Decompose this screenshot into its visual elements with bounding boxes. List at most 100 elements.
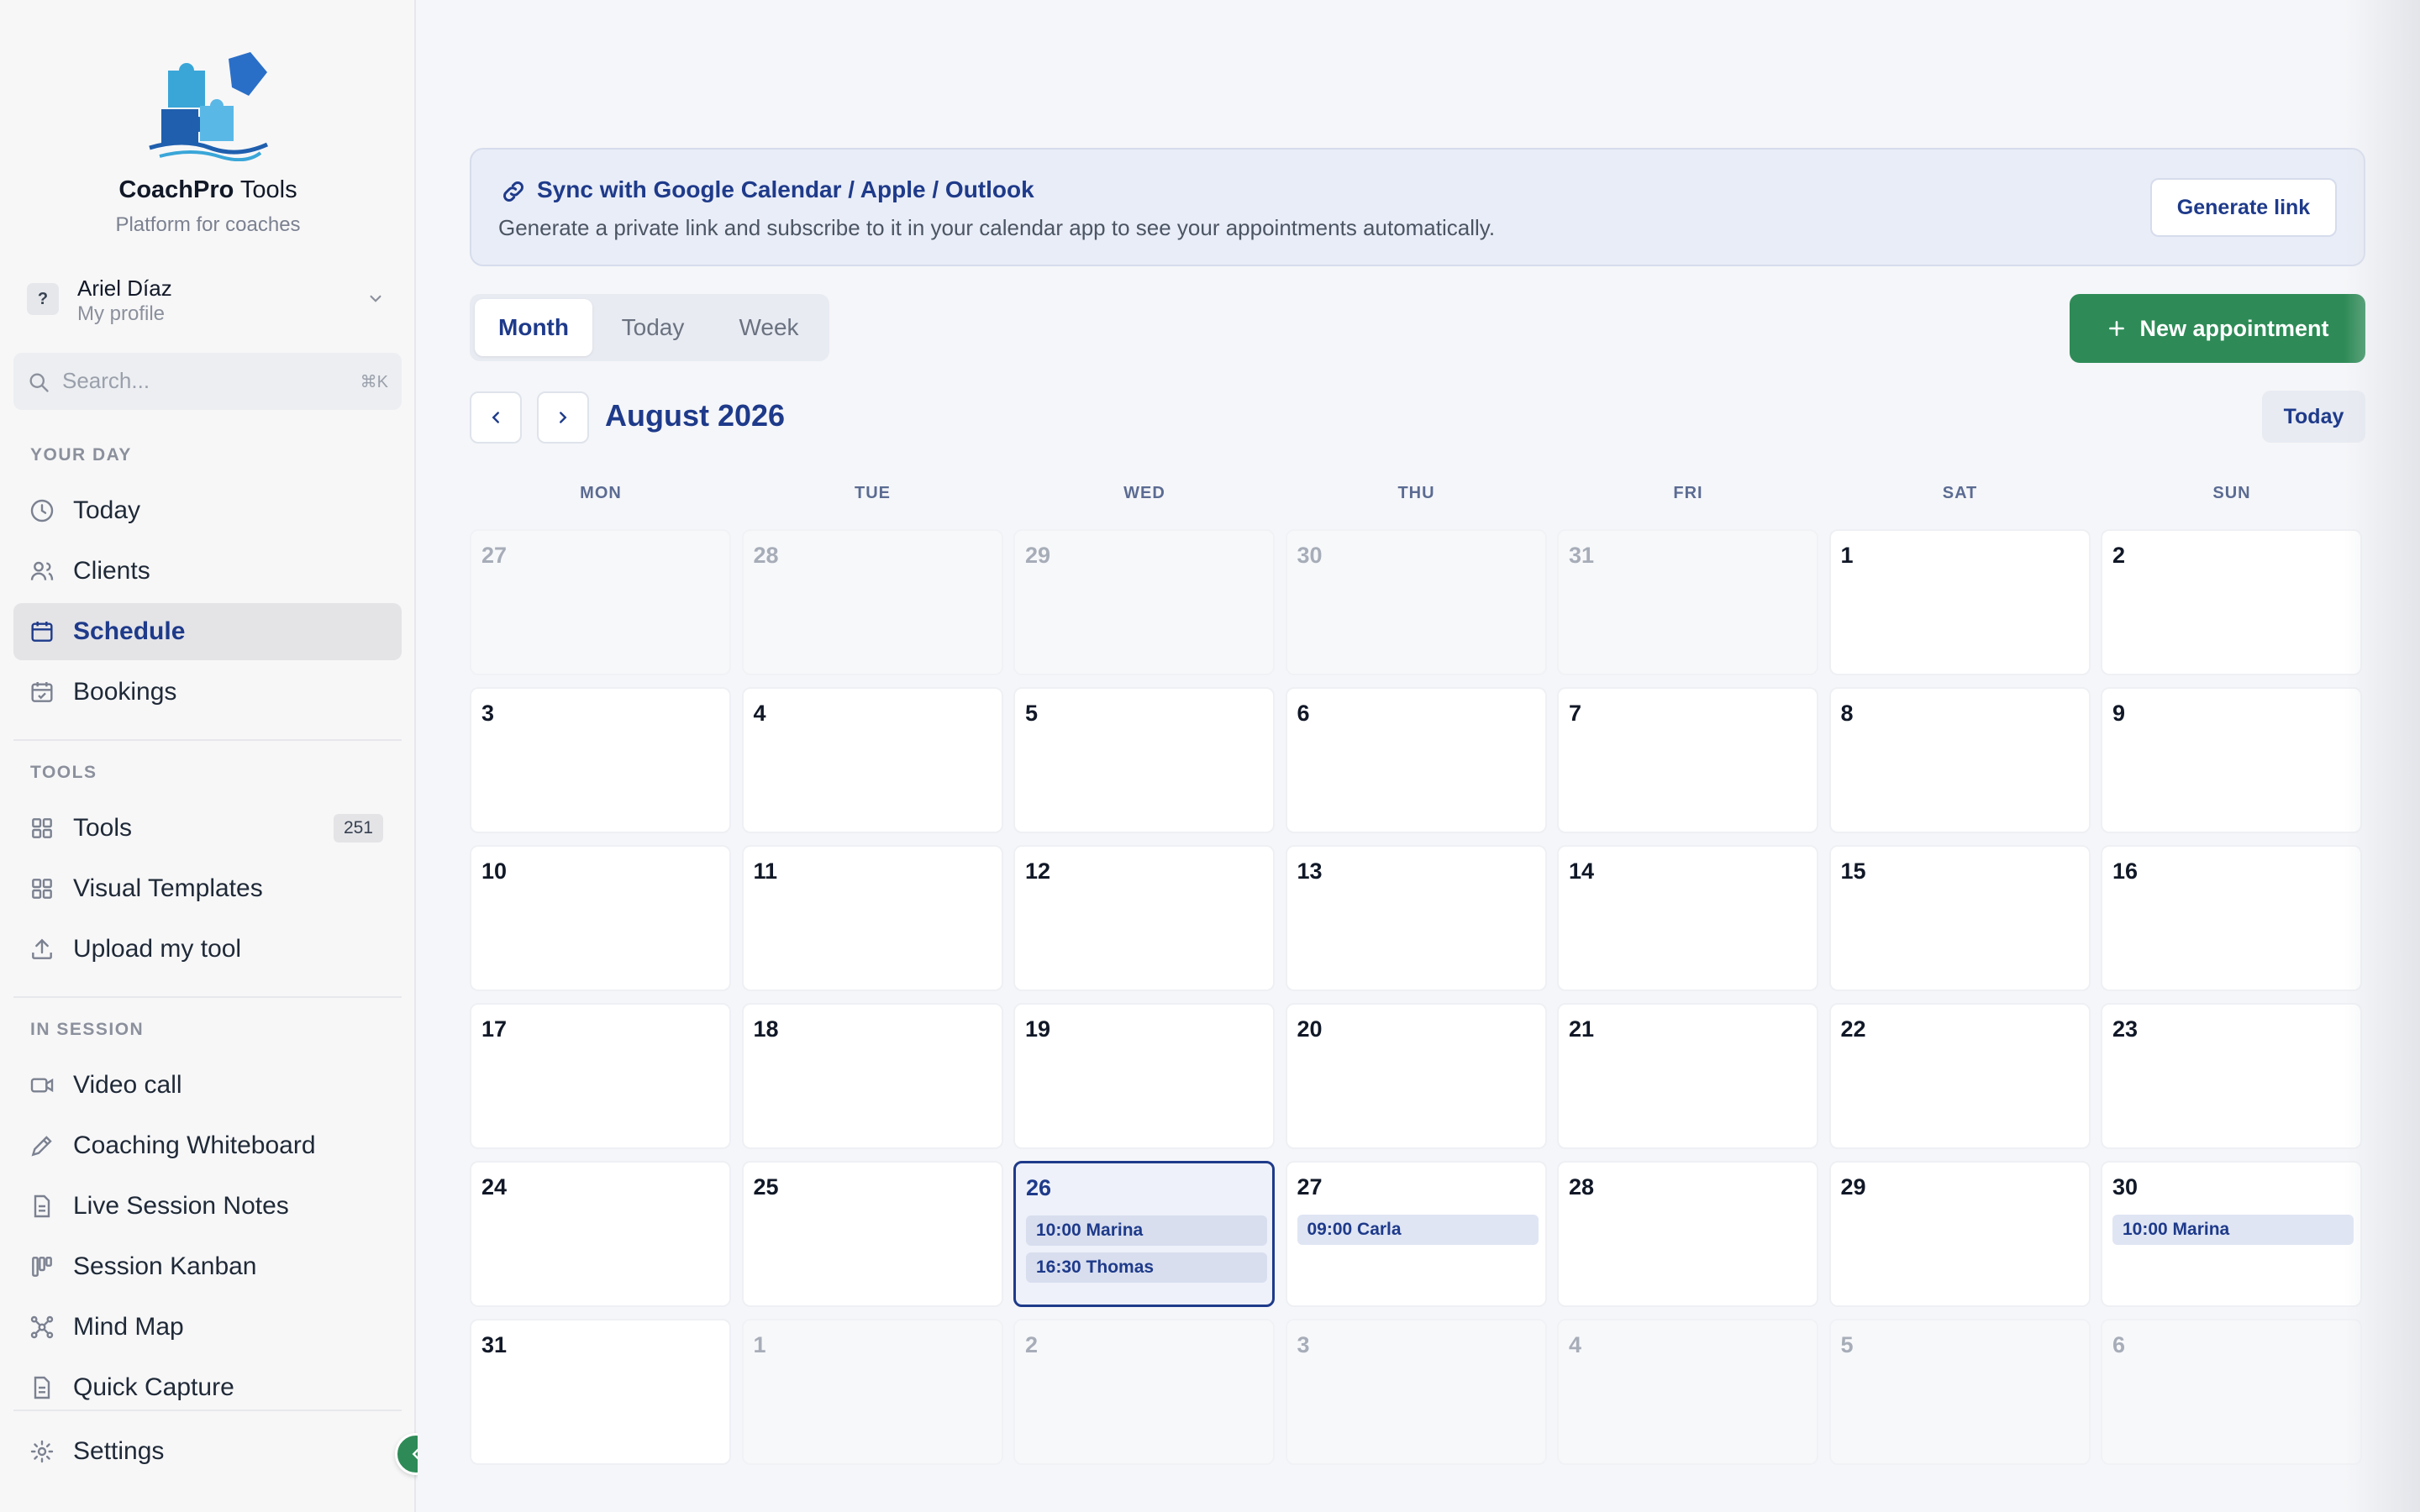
day-number: 23	[2112, 1016, 2139, 1042]
day-cell[interactable]: 2	[1013, 1319, 1275, 1465]
day-cell[interactable]: 13	[1285, 845, 1547, 991]
main-content: Sync with Google Calendar / Apple / Outl…	[418, 0, 2420, 1512]
day-cell[interactable]: 3	[1285, 1319, 1547, 1465]
new-appointment-button[interactable]: New appointment	[2070, 294, 2365, 363]
day-cell[interactable]: 18	[741, 1003, 1003, 1149]
day-cell[interactable]: 8	[1828, 687, 2091, 833]
day-cell[interactable]: 29	[1013, 529, 1275, 675]
day-number: 11	[753, 858, 778, 884]
search-input[interactable]: Search... ⌘K	[13, 353, 402, 410]
sidebar-item-mind-map[interactable]: Mind Map	[13, 1299, 402, 1356]
day-number: 20	[1297, 1016, 1323, 1042]
day-cell[interactable]: 24	[470, 1161, 731, 1307]
day-cell[interactable]: 20	[1285, 1003, 1547, 1149]
day-number: 28	[753, 543, 779, 568]
day-number: 26	[1026, 1175, 1052, 1200]
sidebar-item-visual-templates[interactable]: Visual Templates	[13, 860, 402, 917]
day-cell[interactable]: 5	[1828, 1319, 2091, 1465]
day-cell[interactable]: 15	[1828, 845, 2091, 991]
day-cell[interactable]: 28	[1557, 1161, 1818, 1307]
day-number: 2	[2112, 543, 2126, 568]
day-cell-today[interactable]: 26 10:00 Marina 16:30 Thomas	[1013, 1161, 1275, 1307]
day-cell[interactable]: 9	[2101, 687, 2362, 833]
day-number: 19	[1025, 1016, 1051, 1042]
appointment-chip[interactable]: 16:30 Thomas	[1026, 1252, 1267, 1283]
day-cell[interactable]: 27 09:00 Carla	[1285, 1161, 1547, 1307]
section-label-tools: TOOLS	[30, 763, 97, 782]
day-cell[interactable]: 30 10:00 Marina	[2101, 1161, 2362, 1307]
day-cell[interactable]: 6	[2101, 1319, 2362, 1465]
day-cell[interactable]: 1	[1828, 529, 2091, 675]
day-number: 30	[2112, 1174, 2139, 1200]
sidebar-item-bookings[interactable]: Bookings	[13, 664, 402, 721]
day-cell[interactable]: 25	[741, 1161, 1003, 1307]
users-icon	[30, 561, 54, 580]
day-number: 9	[2112, 701, 2126, 726]
day-cell[interactable]: 31	[1557, 529, 1818, 675]
sidebar-item-coaching-whiteboard[interactable]: Coaching Whiteboard	[13, 1117, 402, 1174]
view-switcher: Month Today Week	[470, 294, 829, 361]
day-cell[interactable]: 28	[741, 529, 1003, 675]
appointment-chip[interactable]: 10:00 Marina	[1026, 1215, 1267, 1246]
day-cell[interactable]: 27	[470, 529, 731, 675]
weekday-label: SAT	[1942, 484, 1978, 502]
tab-month[interactable]: Month	[475, 299, 592, 356]
search-icon	[29, 373, 49, 392]
generate-link-button[interactable]: Generate link	[2150, 178, 2337, 237]
sidebar-item-video-call[interactable]: Video call	[13, 1057, 402, 1114]
sidebar-item-session-kanban[interactable]: Session Kanban	[13, 1238, 402, 1295]
day-cell[interactable]: 21	[1557, 1003, 1818, 1149]
chevron-right-icon	[560, 412, 567, 423]
sidebar-item-label: Mind Map	[73, 1313, 184, 1341]
sidebar-item-settings[interactable]: Settings	[13, 1423, 402, 1480]
day-cell[interactable]: 4	[1557, 1319, 1818, 1465]
day-cell[interactable]: 14	[1557, 845, 1818, 991]
next-month-button[interactable]	[537, 391, 589, 444]
day-cell[interactable]: 29	[1828, 1161, 2091, 1307]
avatar: ?	[27, 283, 59, 315]
sidebar-item-today[interactable]: Today	[13, 482, 402, 539]
day-number: 13	[1297, 858, 1323, 884]
edge-shadow	[2344, 0, 2420, 1512]
tab-today[interactable]: Today	[594, 299, 712, 356]
day-cell[interactable]: 19	[1013, 1003, 1275, 1149]
day-cell[interactable]: 17	[470, 1003, 731, 1149]
day-cell[interactable]: 23	[2101, 1003, 2362, 1149]
day-cell[interactable]: 4	[741, 687, 1003, 833]
day-number: 15	[1840, 858, 1866, 884]
day-cell[interactable]: 3	[470, 687, 731, 833]
tab-week[interactable]: Week	[713, 299, 824, 356]
sidebar-item-tools[interactable]: Tools 251	[13, 800, 402, 857]
day-cell[interactable]: 10	[470, 845, 731, 991]
day-number: 22	[1840, 1016, 1866, 1042]
appointment-chip[interactable]: 10:00 Marina	[2112, 1215, 2354, 1245]
sidebar-item-schedule[interactable]: Schedule	[13, 603, 402, 660]
day-number: 5	[1025, 701, 1039, 726]
divider	[13, 739, 402, 741]
pen-icon	[31, 1136, 52, 1157]
day-cell[interactable]: 1	[741, 1319, 1003, 1465]
appointment-chip[interactable]: 09:00 Carla	[1297, 1215, 1539, 1245]
day-cell[interactable]: 31	[470, 1319, 731, 1465]
sidebar-item-live-session-notes[interactable]: Live Session Notes	[13, 1178, 402, 1235]
day-cell[interactable]: 16	[2101, 845, 2362, 991]
day-cell[interactable]: 5	[1013, 687, 1275, 833]
profile-switcher[interactable]: ? Ariel Díaz My profile	[13, 269, 402, 329]
day-cell[interactable]: 2	[2101, 529, 2362, 675]
sidebar-item-upload-my-tool[interactable]: Upload my tool	[13, 921, 402, 978]
day-cell[interactable]: 6	[1285, 687, 1547, 833]
day-number: 4	[1569, 1332, 1582, 1357]
search-placeholder: Search...	[62, 368, 150, 393]
day-number: 18	[753, 1016, 779, 1042]
day-cell[interactable]: 11	[741, 845, 1003, 991]
grid-icon	[32, 818, 52, 838]
prev-month-button[interactable]	[470, 391, 522, 444]
sync-description: Generate a private link and subscribe to…	[498, 215, 1496, 240]
file-icon	[34, 1194, 50, 1218]
day-cell[interactable]: 22	[1828, 1003, 2091, 1149]
day-cell[interactable]: 30	[1285, 529, 1547, 675]
day-cell[interactable]: 12	[1013, 845, 1275, 991]
sidebar-item-clients[interactable]: Clients	[13, 543, 402, 600]
day-cell[interactable]: 7	[1557, 687, 1818, 833]
sidebar-item-quick-capture[interactable]: Quick Capture	[13, 1359, 402, 1416]
